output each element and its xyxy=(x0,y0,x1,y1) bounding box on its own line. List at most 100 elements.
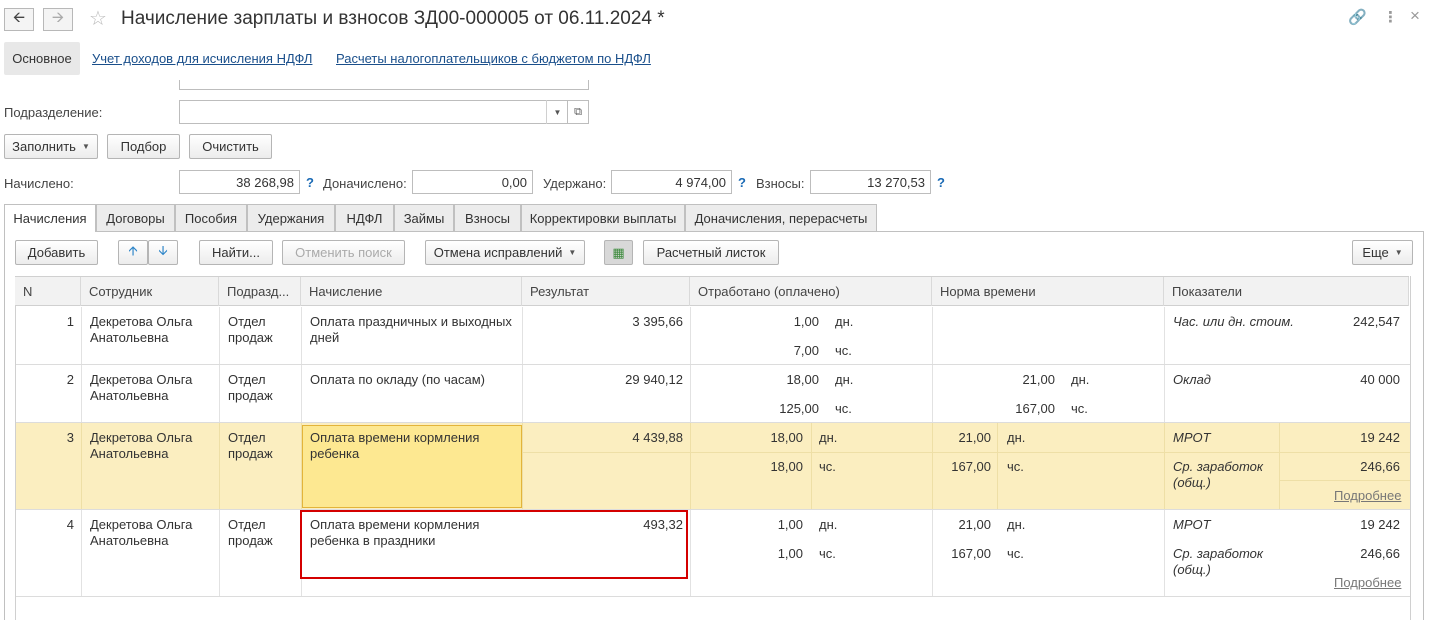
back-button[interactable]: 🡨 xyxy=(4,8,34,31)
fill-button-label: Заполнить xyxy=(12,139,76,154)
scrolled-field-remnant xyxy=(179,80,589,90)
tab-deductions[interactable]: Удержания xyxy=(247,204,335,231)
tab-accruals[interactable]: Начисления xyxy=(4,204,96,232)
accrued-help[interactable]: ? xyxy=(306,175,314,190)
cell-indicator2-name: Ср. заработок (общ.) xyxy=(1173,459,1264,490)
cell-employee: Декретова Ольга Анатольевна xyxy=(90,314,193,345)
table-settings-button[interactable]: ▦ xyxy=(604,240,633,265)
cell-worked-days: 1,00 xyxy=(793,314,819,329)
cell-norm-hours-unit: чс. xyxy=(1007,546,1024,561)
open-icon[interactable]: ⧉ xyxy=(567,100,589,124)
cell-indicator-value: 19 242 xyxy=(1360,430,1400,445)
extra-field[interactable]: 0,00 xyxy=(412,170,533,194)
col-indicators[interactable]: Показатели xyxy=(1164,277,1409,306)
cell-indicator-value: 19 242 xyxy=(1360,517,1400,532)
cell-result: 29 940,12 xyxy=(625,372,683,387)
table-row[interactable]: 1 Декретова Ольга Анатольевна Отдел прод… xyxy=(16,307,1410,365)
tab-recalculations[interactable]: Доначисления, перерасчеты xyxy=(685,204,877,231)
cell-worked-days: 18,00 xyxy=(770,430,803,445)
favorite-star-icon[interactable]: ☆ xyxy=(89,6,107,31)
table-row-selected[interactable]: 3 Декретова Ольга Анатольевна Отдел прод… xyxy=(16,423,1410,510)
tab-ndfl[interactable]: НДФЛ xyxy=(335,204,394,231)
cancel-search-button[interactable]: Отменить поиск xyxy=(282,240,405,265)
fill-button[interactable]: Заполнить ▼ xyxy=(4,134,98,159)
subnav-link-ndfl-income[interactable]: Учет доходов для исчисления НДФЛ xyxy=(92,51,312,66)
highlight-box xyxy=(300,510,688,579)
link-icon[interactable]: 🔗 xyxy=(1348,8,1367,26)
extra-label: Доначислено: xyxy=(323,176,407,191)
cell-indicator-name: Час. или дн. стоим. xyxy=(1173,314,1294,329)
details-link[interactable]: Подробнее xyxy=(1334,488,1401,503)
move-up-button[interactable]: 🡩 xyxy=(118,240,148,265)
col-norm[interactable]: Норма времени xyxy=(932,277,1164,306)
cell-accrual: Оплата по окладу (по часам) xyxy=(310,372,485,387)
cell-worked-hours-unit: чс. xyxy=(819,546,836,561)
cell-worked-days-unit: дн. xyxy=(835,314,854,329)
forward-button[interactable]: 🡪 xyxy=(43,8,73,31)
close-icon[interactable]: × xyxy=(1410,6,1420,26)
cell-norm-days: 21,00 xyxy=(1022,372,1055,387)
subnav-main[interactable]: Основное xyxy=(4,42,80,75)
withheld-field[interactable]: 4 974,00 xyxy=(611,170,732,194)
tab-payment-corrections[interactable]: Корректировки выплаты xyxy=(521,204,685,231)
cell-indicator-name: МРОТ xyxy=(1173,517,1211,532)
chevron-down-icon: ▼ xyxy=(1394,248,1403,257)
cell-accrual: Оплата времени кормления ребенка xyxy=(310,430,480,461)
col-employee[interactable]: Сотрудник xyxy=(81,277,219,306)
arrow-left-icon: 🡨 xyxy=(12,9,26,26)
contrib-help[interactable]: ? xyxy=(937,175,945,190)
arrow-down-icon: 🡫 xyxy=(158,242,168,258)
cell-norm-days: 21,00 xyxy=(958,517,991,532)
department-input[interactable] xyxy=(179,100,568,124)
more-vertical-icon[interactable]: ⋮ xyxy=(1383,8,1398,26)
col-result[interactable]: Результат xyxy=(522,277,690,306)
tab-benefits[interactable]: Пособия xyxy=(175,204,247,231)
clear-button[interactable]: Очистить xyxy=(189,134,272,159)
tab-contributions[interactable]: Взносы xyxy=(454,204,521,231)
table-row[interactable]: 2 Декретова Ольга Анатольевна Отдел прод… xyxy=(16,365,1410,423)
cell-worked-days-unit: дн. xyxy=(819,517,838,532)
subnav-link-ndfl-budget[interactable]: Расчеты налогоплательщиков с бюджетом по… xyxy=(336,51,651,66)
dropdown-arrow-icon[interactable]: ▼ xyxy=(546,100,568,124)
col-department[interactable]: Подразд... xyxy=(219,277,301,306)
cell-employee: Декретова Ольга Анатольевна xyxy=(90,430,193,461)
withheld-label: Удержано: xyxy=(543,176,607,191)
cell-worked-hours: 1,00 xyxy=(777,546,803,561)
tab-loans[interactable]: Займы xyxy=(394,204,454,231)
cell-n: 1 xyxy=(66,314,74,329)
cell-n: 4 xyxy=(66,517,74,532)
cell-worked-hours: 18,00 xyxy=(770,459,803,474)
move-down-button[interactable]: 🡫 xyxy=(148,240,178,265)
col-n[interactable]: N xyxy=(15,277,81,306)
cancel-fixes-button[interactable]: Отмена исправлений ▼ xyxy=(425,240,585,265)
cell-department: Отдел продаж xyxy=(228,372,273,403)
find-button[interactable]: Найти... xyxy=(199,240,273,265)
contrib-field[interactable]: 13 270,53 xyxy=(810,170,931,194)
cell-employee: Декретова Ольга Анатольевна xyxy=(90,372,193,403)
payslip-button[interactable]: Расчетный листок xyxy=(643,240,779,265)
cell-worked-days: 1,00 xyxy=(777,517,803,532)
add-button[interactable]: Добавить xyxy=(15,240,98,265)
cell-worked-hours-unit: чс. xyxy=(819,459,836,474)
col-accrual[interactable]: Начисление xyxy=(301,277,522,306)
department-label: Подразделение: xyxy=(4,105,103,120)
cell-norm-days-unit: дн. xyxy=(1007,430,1026,445)
cell-norm-hours-unit: чс. xyxy=(1071,401,1088,416)
cell-result: 3 395,66 xyxy=(632,314,683,329)
details-link[interactable]: Подробнее xyxy=(1334,575,1401,590)
pick-button[interactable]: Подбор xyxy=(107,134,180,159)
cell-norm-hours-unit: чс. xyxy=(1007,459,1024,474)
chevron-down-icon: ▼ xyxy=(568,248,577,257)
withheld-help[interactable]: ? xyxy=(738,175,746,190)
accrued-field[interactable]: 38 268,98 xyxy=(179,170,300,194)
cell-worked-hours-unit: чс. xyxy=(835,401,852,416)
accrued-label: Начислено: xyxy=(4,176,74,191)
more-button[interactable]: Еще ▼ xyxy=(1352,240,1413,265)
col-worked[interactable]: Отработано (оплачено) xyxy=(690,277,932,306)
arrow-up-icon: 🡩 xyxy=(128,242,138,258)
cell-indicator-name: Оклад xyxy=(1173,372,1211,387)
more-button-label: Еще xyxy=(1362,245,1389,260)
cell-worked-hours: 7,00 xyxy=(793,343,819,358)
tab-contracts[interactable]: Договоры xyxy=(96,204,175,231)
table-row[interactable]: 4 Декретова Ольга Анатольевна Отдел прод… xyxy=(16,510,1410,597)
